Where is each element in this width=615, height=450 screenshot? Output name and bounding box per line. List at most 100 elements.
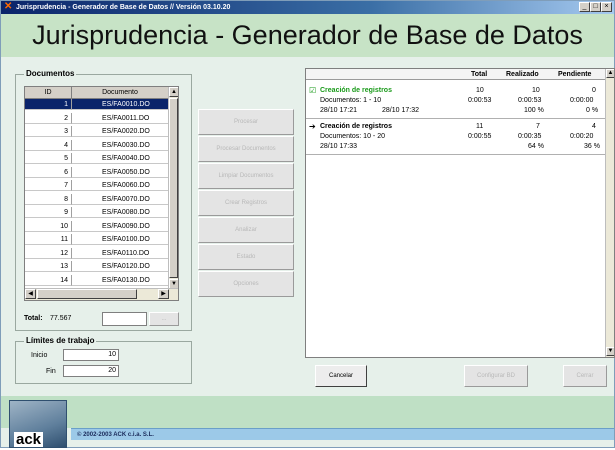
table-row[interactable]: 12 ES/FA0110.DO <box>25 247 169 259</box>
row-id: 13 <box>25 261 72 272</box>
scroll-left-icon[interactable]: ◀ <box>25 289 36 299</box>
row-document: ES/FA0110.DO <box>72 248 169 259</box>
task-time-total: 0:00:55 <box>468 133 492 140</box>
task-count-done: 7 <box>536 123 540 130</box>
row-document: ES/FA0120.DO <box>72 261 169 272</box>
process-documents-button[interactable]: Procesar Documentos <box>198 136 294 162</box>
row-document: ES/FA0010.DO <box>72 99 169 110</box>
scroll-up-icon[interactable]: ▲ <box>169 87 178 97</box>
create-records-button[interactable]: Crear Registros <box>198 190 294 216</box>
row-document: ES/FA0130.DO <box>72 275 169 286</box>
documents-group-label: Documentos <box>24 69 77 79</box>
scroll-right-icon[interactable]: ▶ <box>158 289 169 299</box>
minimize-button[interactable]: _ <box>579 2 590 12</box>
task-item[interactable]: ➔ Creación de registros 11 7 4 Documento… <box>306 120 606 160</box>
start-input[interactable]: 10 <box>63 349 119 361</box>
column-header-id[interactable]: ID <box>25 87 72 99</box>
logo-text: ack <box>14 431 44 448</box>
window-title: Jurisprudencia - Generador de Base de Da… <box>16 4 231 11</box>
options-button[interactable]: Opciones <box>198 271 294 297</box>
task-pct-pending: 0 % <box>586 107 599 114</box>
analyze-button[interactable]: Analizar <box>198 217 294 243</box>
task-panel-header: Total Realizado Pendiente <box>306 69 606 80</box>
row-id: 10 <box>25 220 72 232</box>
table-row[interactable]: 5 ES/FA0040.DO <box>25 153 169 164</box>
task-item[interactable]: ☑ Creación de registros 10 10 0 Document… <box>306 84 606 124</box>
status-button[interactable]: Estado <box>198 244 294 270</box>
table-row[interactable]: 4 ES/FA0030.DO <box>25 139 169 151</box>
row-document: ES/FA0011.DO <box>72 113 169 124</box>
close-window-button[interactable]: × <box>601 2 612 12</box>
table-row[interactable]: 13 ES/FA0120.DO <box>25 261 169 272</box>
task-docs: Documentos: 10 - 20 <box>320 133 385 140</box>
task-panel: Total Realizado Pendiente ☑ Creación de … <box>305 68 615 358</box>
table-row[interactable]: 1 ES/FA0010.DO <box>25 99 169 110</box>
documents-list[interactable]: ID Documento 1 ES/FA0010.DO 2 ES/FA0011.DO 3… <box>24 86 179 301</box>
table-row[interactable]: 6 ES/FA0050.DO <box>25 166 169 178</box>
maximize-button[interactable]: □ <box>590 2 601 12</box>
documents-vertical-scrollbar[interactable]: ▲ ▼ <box>168 87 178 290</box>
task-count-total: 10 <box>476 87 484 94</box>
header-total: Total <box>471 71 488 78</box>
row-document: ES/FA0050.DO <box>72 167 169 178</box>
row-document: ES/FA0080.DO <box>72 207 169 218</box>
task-time-total: 0:00:53 <box>468 97 492 104</box>
row-document: ES/FA0040.DO <box>72 153 169 164</box>
row-id: 12 <box>25 247 72 259</box>
arrow-right-icon: ➔ <box>309 122 316 131</box>
task-panel-scrollbar[interactable]: ▲ ▼ <box>605 69 614 357</box>
table-row[interactable]: 3 ES/FA0020.DO <box>25 126 169 137</box>
row-id: 1 <box>25 99 72 110</box>
task-time-pending: 0:00:20 <box>570 133 594 140</box>
row-id: 5 <box>25 153 72 164</box>
row-document: ES/FA0060.DO <box>72 180 169 191</box>
start-label: Inicio <box>31 352 48 359</box>
row-document: ES/FA0090.DO <box>72 221 169 232</box>
task-time-done: 0:00:35 <box>518 133 542 140</box>
row-id: 9 <box>25 207 72 218</box>
row-document: ES/FA0070.DO <box>72 194 169 205</box>
configure-db-button[interactable]: Configurar BD <box>464 365 528 387</box>
table-row[interactable]: 14 ES/FA0130.DO <box>25 274 169 286</box>
task-time-pending: 0:00:00 <box>570 97 594 104</box>
task-end: 28/10 17:32 <box>382 107 419 114</box>
table-row[interactable]: 2 ES/FA0011.DO <box>25 112 169 124</box>
row-id: 4 <box>25 139 72 151</box>
table-row[interactable]: 8 ES/FA0070.DO <box>25 193 169 205</box>
table-row[interactable]: 10 ES/FA0090.DO <box>25 220 169 232</box>
row-id: 11 <box>25 234 72 245</box>
app-icon: ✕ <box>4 1 13 12</box>
column-header-document[interactable]: Documento <box>72 87 169 99</box>
row-id: 3 <box>25 126 72 137</box>
scroll-thumb[interactable] <box>169 98 178 278</box>
task-separator <box>306 154 606 155</box>
total-input[interactable] <box>102 312 147 326</box>
documents-horizontal-scrollbar[interactable]: ◀ ▶ <box>25 288 178 300</box>
horizontal-scroll-thumb[interactable] <box>37 289 137 299</box>
title-bar: ✕ Jurisprudencia - Generador de Base de … <box>1 1 614 14</box>
task-count-pending: 0 <box>592 87 596 94</box>
browse-button[interactable]: ... <box>149 312 179 326</box>
task-count-total: 11 <box>476 123 484 130</box>
row-id: 8 <box>25 193 72 205</box>
task-count-pending: 4 <box>592 123 596 130</box>
cancel-button[interactable]: Cancelar <box>315 365 367 387</box>
table-row[interactable]: 11 ES/FA0100.DO <box>25 234 169 245</box>
row-id: 2 <box>25 112 72 124</box>
clear-documents-button[interactable]: Limpiar Documentos <box>198 163 294 189</box>
task-start: 28/10 17:33 <box>320 143 357 150</box>
task-scroll-up-icon[interactable]: ▲ <box>606 69 614 78</box>
task-separator <box>306 118 606 119</box>
row-id: 7 <box>25 180 72 191</box>
row-document: ES/FA0020.DO <box>72 126 169 137</box>
table-row[interactable]: 7 ES/FA0060.DO <box>25 180 169 191</box>
end-input[interactable]: 20 <box>63 365 119 377</box>
row-document: ES/FA0100.DO <box>72 234 169 245</box>
task-scroll-down-icon[interactable]: ▼ <box>606 347 614 356</box>
table-row[interactable]: 9 ES/FA0080.DO <box>25 207 169 218</box>
process-button[interactable]: Procesar <box>198 109 294 135</box>
main-window: ✕ Jurisprudencia - Generador de Base de … <box>0 0 615 448</box>
close-button[interactable]: Cerrar <box>563 365 607 387</box>
task-title: Creación de registros <box>320 87 392 94</box>
copyright-text: © 2002-2003 ACK c.i.a. S.L. <box>77 432 154 438</box>
